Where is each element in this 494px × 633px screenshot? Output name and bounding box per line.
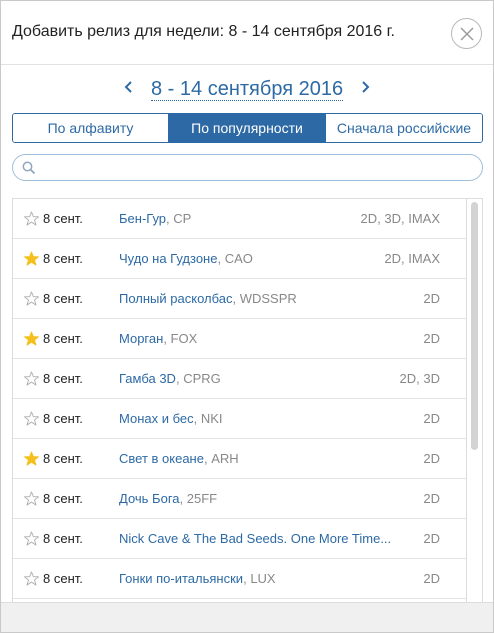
movie-info: Полный расколбас, WDSSPR: [119, 291, 419, 306]
movie-row[interactable]: 8 сент. Дочь Бога, 25FF 2D: [13, 479, 466, 519]
movie-info: Гамба 3D, CPRG: [119, 371, 419, 386]
movie-row[interactable]: 8 сент. Nick Cave & The Bad Seeds. One Mo…: [13, 519, 466, 559]
search-icon: [22, 161, 36, 175]
distributor: NKI: [200, 411, 223, 426]
movie-info: Гонки по-итальянски, LUX: [119, 571, 419, 586]
distributor: CPRG: [183, 371, 221, 386]
formats: 2D: [423, 291, 440, 306]
week-selector[interactable]: 8 - 14 сентября 2016: [151, 78, 344, 101]
movie-info: Чудо на Гудзоне, CAO: [119, 251, 419, 266]
tab-alphabetical[interactable]: По алфавиту: [13, 114, 168, 142]
distributor: CP: [173, 211, 192, 226]
star-outline-icon[interactable]: [24, 291, 39, 306]
separator: ,: [217, 251, 225, 266]
movie-row[interactable]: 8 сент. Монах и бес, NKI 2D: [13, 399, 466, 439]
movie-info: Дочь Бога, 25FF: [119, 491, 419, 506]
formats: 2D: [423, 331, 440, 346]
formats: 2D: [423, 451, 440, 466]
star-outline-icon[interactable]: [24, 531, 39, 546]
movie-title-link[interactable]: Монах и бес: [119, 411, 194, 426]
search-input[interactable]: [41, 158, 471, 177]
star-filled-icon[interactable]: [24, 451, 39, 466]
week-navigation: 8 - 14 сентября 2016: [1, 65, 493, 111]
release-date: 8 сент.: [43, 331, 83, 346]
close-button[interactable]: [451, 18, 482, 49]
movie-row[interactable]: 8 сент. Чудо на Гудзоне, CAO 2D, IMAX: [13, 239, 466, 279]
formats: 2D: [423, 491, 440, 506]
movie-title-link[interactable]: Свет в океане: [119, 451, 204, 466]
movie-title-link[interactable]: Бен-Гур: [119, 211, 166, 226]
movie-title-link[interactable]: Гонки по-итальянски: [119, 571, 243, 586]
movie-info: Свет в океане, ARH: [119, 451, 419, 466]
movie-info: Nick Cave & The Bad Seeds. One More Time…: [119, 531, 419, 546]
dialog-title: Добавить релиз для недели: 8 - 14 сентяб…: [12, 23, 395, 40]
movie-row[interactable]: 8 сент. Гамба 3D, CPRG 2D, 3D: [13, 359, 466, 399]
movie-row[interactable]: 8 сент. Гонки по-итальянски, LUX 2D: [13, 559, 466, 599]
release-date: 8 сент.: [43, 291, 83, 306]
formats: 2D, 3D, IMAX: [360, 211, 440, 226]
movie-title-link[interactable]: Nick Cave & The Bad Seeds. One More Time…: [119, 531, 391, 546]
movie-info: Морган, FOX: [119, 331, 419, 346]
release-date: 8 сент.: [43, 491, 83, 506]
distributor: LUX: [250, 571, 276, 586]
distributor: WDSSPR: [239, 291, 297, 306]
distributor: ARH: [211, 451, 239, 466]
chevron-left-icon: [124, 81, 132, 93]
release-date: 8 сент.: [43, 571, 83, 586]
search-box: [12, 154, 483, 181]
movie-title-link[interactable]: Дочь Бога: [119, 491, 180, 506]
next-week-button[interactable]: [358, 79, 372, 95]
tab-popularity[interactable]: По популярности: [168, 114, 325, 142]
release-date: 8 сент.: [43, 251, 83, 266]
star-outline-icon[interactable]: [24, 371, 39, 386]
release-date: 8 сент.: [43, 451, 83, 466]
movie-title-link[interactable]: Чудо на Гудзоне: [119, 251, 217, 266]
movie-title-link[interactable]: Гамба 3D: [119, 371, 176, 386]
add-release-dialog: Добавить релиз для недели: 8 - 14 сентяб…: [0, 0, 494, 633]
release-date: 8 сент.: [43, 531, 83, 546]
movie-title-link[interactable]: Морган: [119, 331, 163, 346]
separator: ,: [193, 411, 201, 426]
scrollbar-thumb[interactable]: [471, 202, 478, 450]
star-filled-icon[interactable]: [24, 251, 39, 266]
movie-row[interactable]: 8 сент. Бен-Гур, CP 2D, 3D, IMAX: [13, 199, 466, 239]
formats: 2D, IMAX: [384, 251, 440, 266]
chevron-right-icon: [362, 81, 370, 93]
star-outline-icon[interactable]: [24, 491, 39, 506]
formats: 2D, 3D: [399, 371, 440, 386]
prev-week-button[interactable]: [122, 79, 136, 95]
formats: 2D: [423, 531, 440, 546]
movie-list: 8 сент. Бен-Гур, CP 2D, 3D, IMAX 8 сент. Чуд…: [12, 198, 467, 602]
movie-row[interactable]: 8 сент. Полный расколбас, WDSSPR 2D: [13, 279, 466, 319]
distributor: 25FF: [186, 491, 218, 506]
distributor: CAO: [224, 251, 253, 266]
tab-russian-first[interactable]: Сначала российские: [325, 114, 482, 142]
close-icon: [460, 27, 474, 41]
release-date: 8 сент.: [43, 411, 83, 426]
release-date: 8 сент.: [43, 211, 83, 226]
separator: ,: [163, 331, 171, 346]
movie-title-link[interactable]: Полный расколбас: [119, 291, 232, 306]
distributor: FOX: [170, 331, 198, 346]
scrollbar[interactable]: [467, 198, 483, 602]
dialog-header: Добавить релиз для недели: 8 - 14 сентяб…: [1, 1, 493, 65]
movie-row[interactable]: 8 сент. Свет в океане, ARH 2D: [13, 439, 466, 479]
formats: 2D: [423, 571, 440, 586]
star-filled-icon[interactable]: [24, 331, 39, 346]
release-date: 8 сент.: [43, 371, 83, 386]
dialog-footer: [1, 602, 493, 632]
sort-tabs: По алфавиту По популярности Сначала росс…: [12, 113, 483, 143]
star-outline-icon[interactable]: [24, 571, 39, 586]
formats: 2D: [423, 411, 440, 426]
movie-row[interactable]: 8 сент. Морган, FOX 2D: [13, 319, 466, 359]
star-outline-icon[interactable]: [24, 411, 39, 426]
movie-info: Монах и бес, NKI: [119, 411, 419, 426]
separator: ,: [179, 491, 187, 506]
star-outline-icon[interactable]: [24, 211, 39, 226]
separator: ,: [232, 291, 240, 306]
